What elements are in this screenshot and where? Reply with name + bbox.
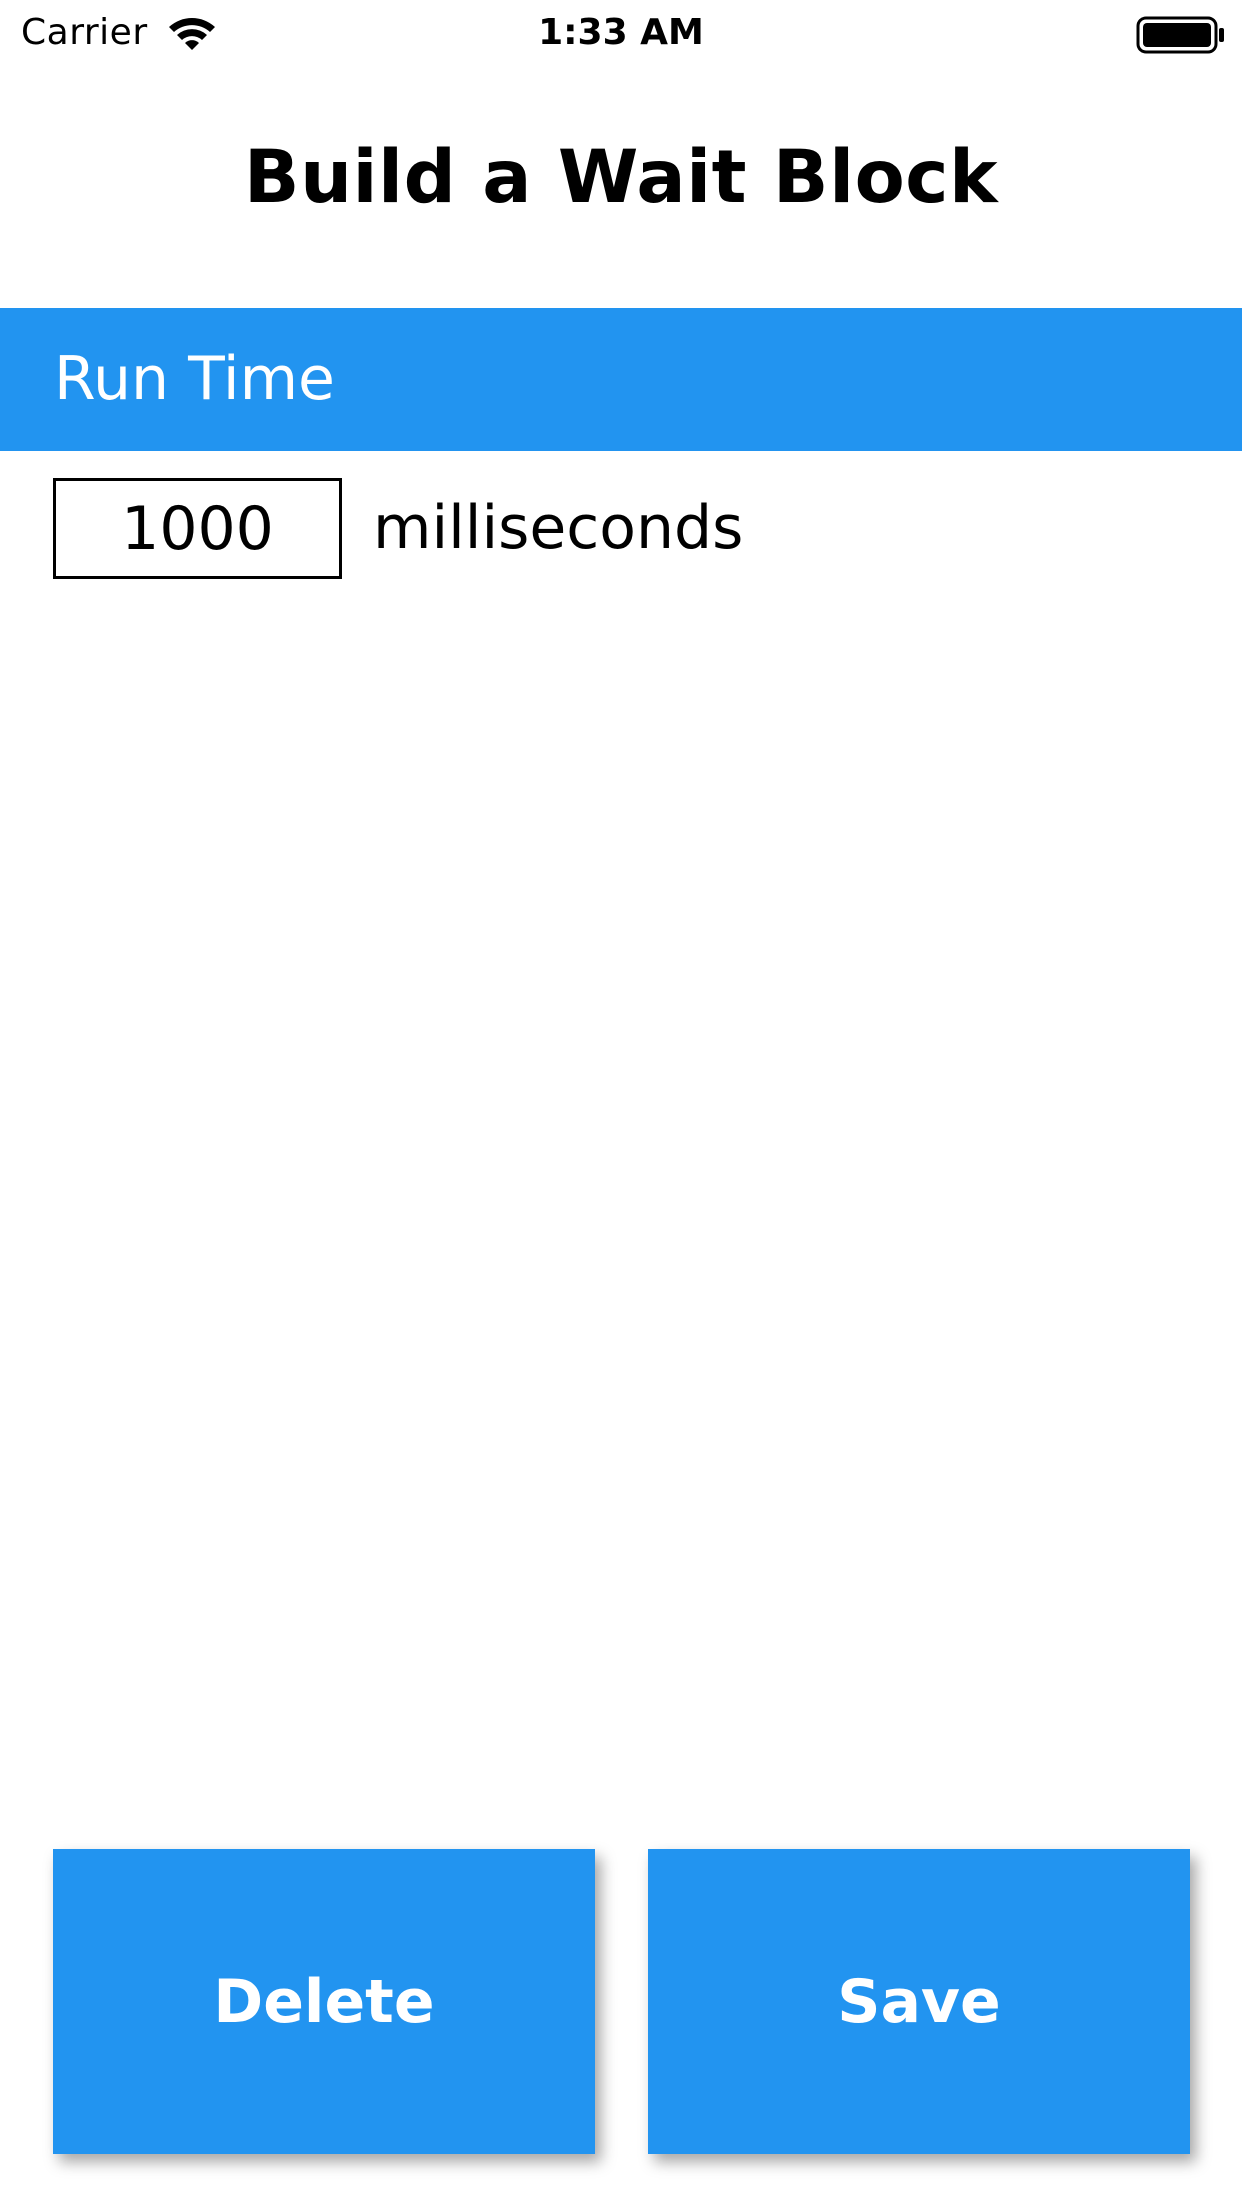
status-bar: Carrier 1:33 AM bbox=[0, 0, 1242, 66]
section-header-label: Run Time bbox=[54, 344, 335, 414]
page-title: Build a Wait Block bbox=[243, 135, 999, 220]
run-time-section-header: Run Time bbox=[0, 308, 1242, 451]
battery-icon bbox=[1136, 16, 1224, 54]
save-button[interactable]: Save bbox=[648, 1849, 1190, 2154]
duration-input[interactable] bbox=[53, 478, 342, 579]
delete-button[interactable]: Delete bbox=[53, 1849, 595, 2154]
clock: 1:33 AM bbox=[538, 12, 704, 53]
milliseconds-label: milliseconds bbox=[373, 493, 744, 563]
